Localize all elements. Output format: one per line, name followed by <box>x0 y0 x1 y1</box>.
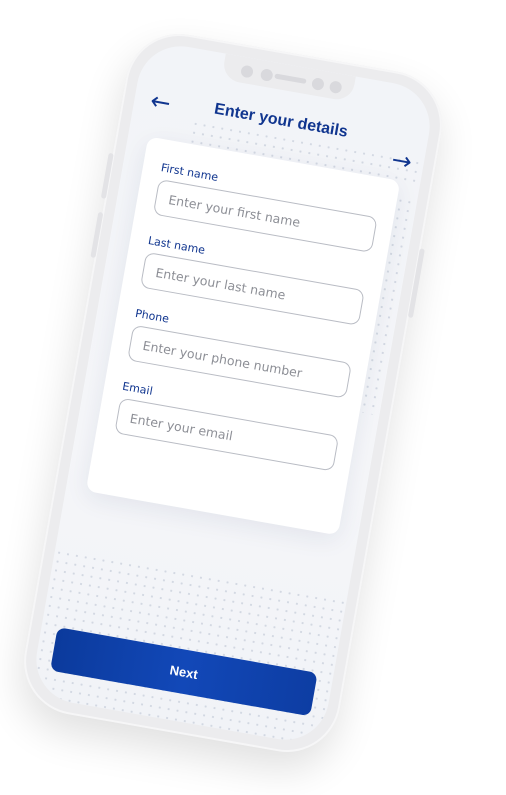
camera-icon <box>240 64 254 79</box>
details-form-card: First name Last name Phone Email <box>85 136 401 536</box>
sensor-icon <box>310 77 325 92</box>
phone-field: Phone <box>127 307 355 399</box>
first-name-field: First name <box>152 161 381 253</box>
camera-icon <box>328 80 343 95</box>
app-screen: ← Enter your details → First name Last n… <box>29 39 437 747</box>
phone-mockup: ← Enter your details → First name Last n… <box>15 25 451 761</box>
stage: ← Enter your details → First name Last n… <box>0 0 506 795</box>
speaker-grille <box>274 73 307 84</box>
last-name-field: Last name <box>139 234 368 326</box>
sensor-icon <box>259 68 274 82</box>
email-field: Email <box>114 380 342 472</box>
